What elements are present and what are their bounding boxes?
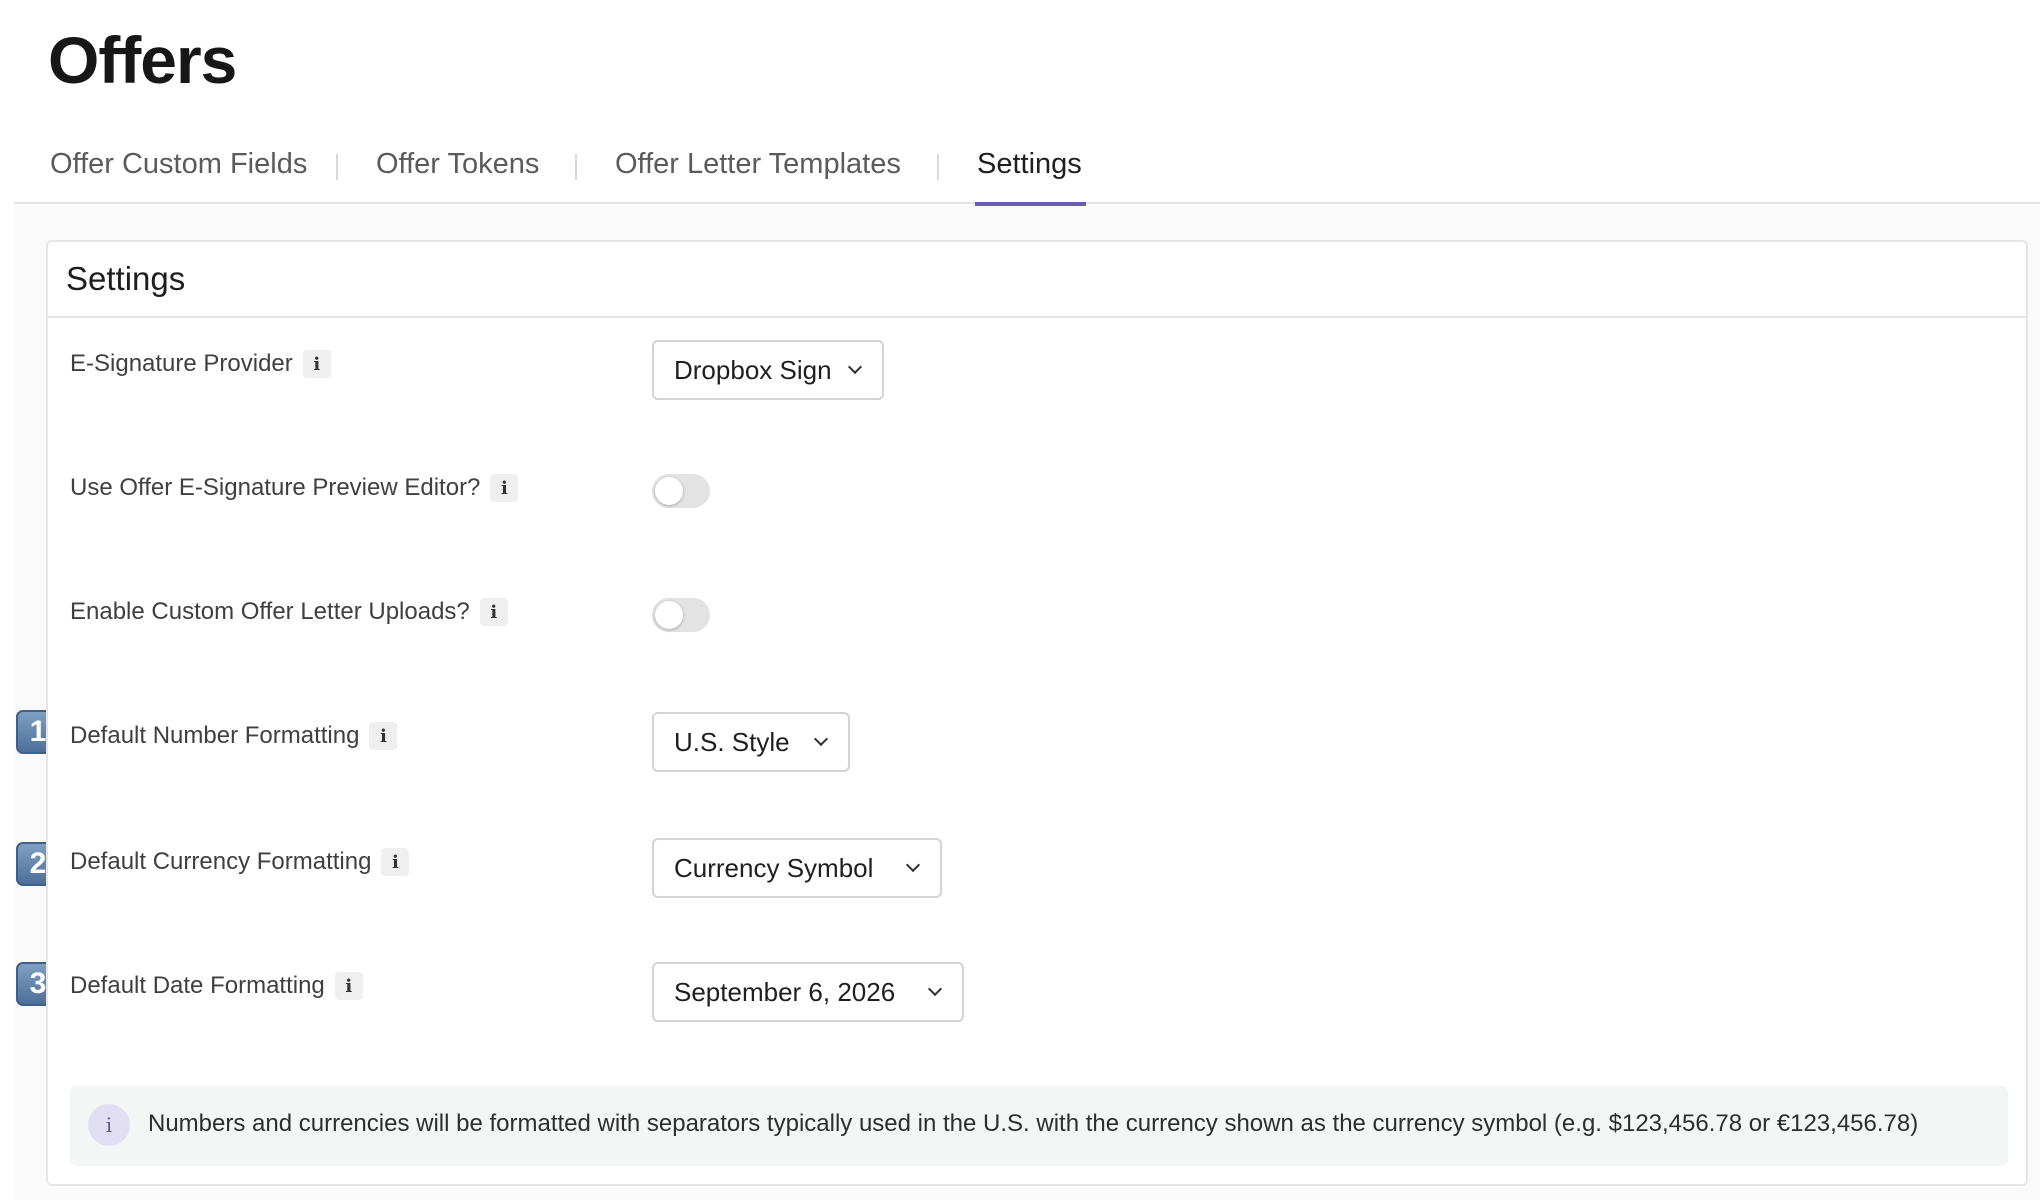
tab-settings[interactable]: Settings: [975, 148, 1086, 206]
settings-card-header: Settings: [48, 242, 2026, 318]
currency-formatting-value: Currency Symbol: [674, 852, 874, 883]
tab-offer-letter-templates[interactable]: Offer Letter Templates: [615, 148, 901, 204]
formatting-info-banner: i Numbers and currencies will be formatt…: [70, 1086, 2008, 1166]
e-signature-provider-label-text: E-Signature Provider: [70, 350, 293, 377]
tab-separator: [336, 154, 338, 180]
custom-uploads-toggle[interactable]: [652, 598, 710, 632]
e-signature-provider-value: Dropbox Sign: [674, 354, 832, 385]
currency-formatting-select[interactable]: Currency Symbol: [652, 838, 942, 898]
toggle-knob: [655, 477, 683, 505]
info-icon[interactable]: i: [490, 474, 519, 502]
toggle-knob: [655, 601, 683, 629]
chevron-down-icon: [927, 981, 943, 997]
chevron-down-icon: [847, 359, 863, 375]
date-formatting-value: September 6, 2026: [674, 976, 896, 1007]
settings-card: Settings E-Signature Provider i Dropbox …: [46, 240, 2028, 1186]
tab-offer-tokens[interactable]: Offer Tokens: [376, 148, 539, 204]
e-signature-provider-select[interactable]: Dropbox Sign: [652, 340, 884, 400]
currency-formatting-label-text: Default Currency Formatting: [70, 848, 372, 875]
tab-separator: [575, 154, 577, 180]
number-formatting-label: Default Number Formatting i: [70, 722, 398, 750]
info-icon[interactable]: i: [302, 350, 331, 378]
number-formatting-select[interactable]: U.S. Style: [652, 712, 850, 772]
date-formatting-select[interactable]: September 6, 2026: [652, 962, 964, 1022]
preview-editor-label: Use Offer E-Signature Preview Editor? i: [70, 474, 519, 502]
custom-uploads-label-text: Enable Custom Offer Letter Uploads?: [70, 598, 470, 625]
date-formatting-label: Default Date Formatting i: [70, 972, 363, 1000]
info-icon[interactable]: i: [369, 722, 398, 750]
page-title: Offers: [48, 23, 237, 97]
info-icon[interactable]: i: [479, 598, 508, 626]
formatting-info-text: Numbers and currencies will be formatted…: [148, 1110, 1919, 1137]
settings-card-title: Settings: [66, 260, 186, 297]
info-icon[interactable]: i: [381, 848, 410, 876]
info-icon[interactable]: i: [334, 972, 363, 1000]
e-signature-provider-label: E-Signature Provider i: [70, 350, 331, 378]
custom-uploads-label: Enable Custom Offer Letter Uploads? i: [70, 598, 508, 626]
tab-bar: Offer Custom Fields Offer Tokens Offer L…: [14, 140, 2040, 206]
chevron-down-icon: [813, 731, 829, 747]
preview-editor-toggle[interactable]: [652, 474, 710, 508]
tab-separator: [937, 154, 939, 180]
preview-editor-label-text: Use Offer E-Signature Preview Editor?: [70, 474, 481, 501]
date-formatting-label-text: Default Date Formatting: [70, 972, 325, 999]
number-formatting-label-text: Default Number Formatting: [70, 722, 360, 749]
info-icon: i: [88, 1104, 130, 1146]
number-formatting-value: U.S. Style: [674, 726, 790, 757]
currency-formatting-label: Default Currency Formatting i: [70, 848, 410, 876]
chevron-down-icon: [905, 857, 921, 873]
tab-offer-custom-fields[interactable]: Offer Custom Fields: [50, 148, 307, 204]
